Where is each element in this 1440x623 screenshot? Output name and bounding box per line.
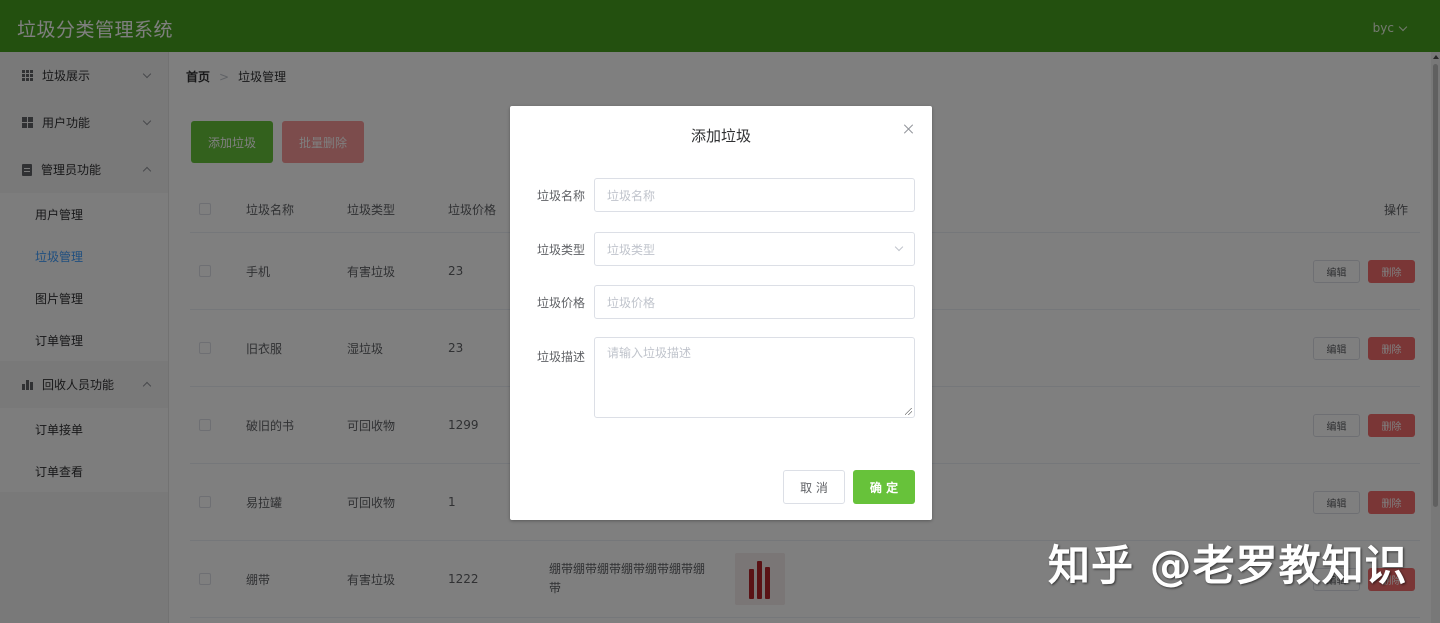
- close-icon[interactable]: [903, 123, 915, 135]
- dialog-title: 添加垃圾: [690, 127, 751, 145]
- type-placeholder: 垃圾类型: [607, 242, 656, 257]
- name-placeholder: 垃圾名称: [607, 188, 656, 203]
- garbage-price-input[interactable]: 垃圾价格: [594, 285, 915, 319]
- confirm-button[interactable]: 确 定: [853, 470, 915, 504]
- cancel-button[interactable]: 取 消: [783, 470, 845, 504]
- resize-handle-icon[interactable]: [905, 408, 912, 415]
- watermark: 知乎 @老罗教知识: [1048, 541, 1408, 590]
- name-label: 垃圾名称: [537, 189, 586, 203]
- type-label: 垃圾类型: [537, 243, 586, 257]
- garbage-type-select[interactable]: 垃圾类型: [594, 232, 915, 266]
- add-garbage-dialog: 添加垃圾 垃圾名称 垃圾名称 垃圾类型 垃圾类型 垃圾价格 垃圾价格 垃圾描述 …: [510, 106, 932, 520]
- garbage-name-input[interactable]: 垃圾名称: [594, 178, 915, 212]
- price-placeholder: 垃圾价格: [607, 295, 656, 310]
- chevron-down-icon: [894, 242, 904, 252]
- garbage-description-textarea[interactable]: 请输入垃圾描述: [594, 337, 915, 418]
- description-placeholder: 请输入垃圾描述: [607, 346, 692, 360]
- price-label: 垃圾价格: [537, 296, 586, 310]
- description-label: 垃圾描述: [537, 350, 586, 364]
